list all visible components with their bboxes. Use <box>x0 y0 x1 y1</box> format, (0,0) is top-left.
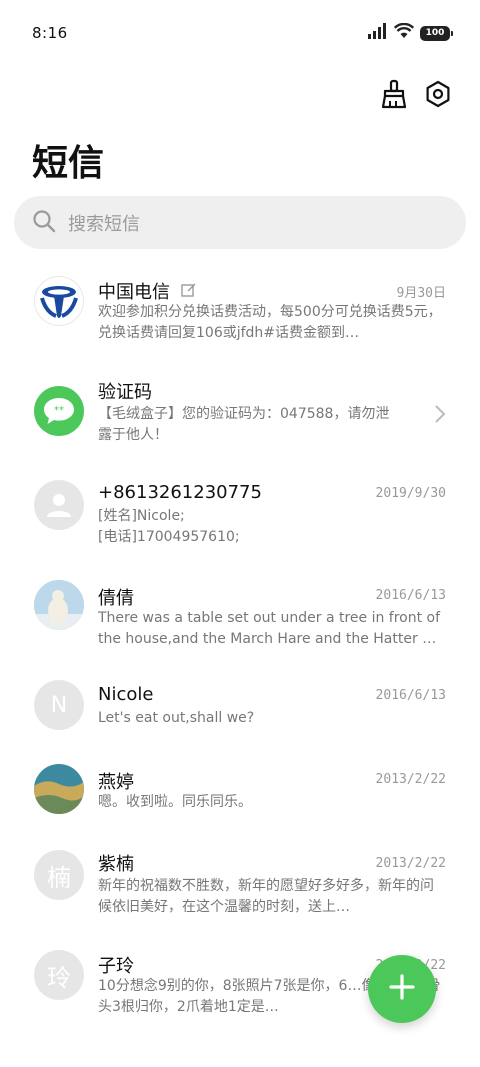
status-time: 8:16 <box>32 24 68 42</box>
signal-icon <box>368 23 388 43</box>
list-item[interactable]: N Nicole 2016/6/13 Let's eat out,shall w… <box>0 670 480 756</box>
list-item[interactable]: 楠 紫楠 2013/2/22 新年的祝福数不胜数，新年的愿望好多好多，新年的问候… <box>0 846 480 942</box>
message-date: 9月30日 <box>396 286 446 301</box>
china-telecom-logo-icon <box>34 276 84 326</box>
contact-name: 验证码 <box>98 382 152 403</box>
landscape-photo <box>34 764 84 814</box>
status-bar: 8:16 100 <box>0 0 480 68</box>
polar-bear-photo <box>34 580 84 630</box>
person-icon <box>34 480 84 530</box>
search-placeholder: 搜索短信 <box>68 213 140 235</box>
message-preview: Let's eat out,shall we? <box>98 710 255 726</box>
clean-brush-icon[interactable] <box>378 78 410 110</box>
contact-name: 燕婷 <box>98 772 134 793</box>
plus-icon <box>387 972 417 1006</box>
message-preview: There was a table set out under a tree i… <box>98 610 443 647</box>
list-item[interactable]: ** 验证码 【毛绒盒子】您的验证码为：047588，请勿泄露于他人！ <box>0 364 480 460</box>
contact-name: 中国电信 <box>98 282 170 303</box>
message-date: 2016/6/13 <box>375 688 446 703</box>
list-item[interactable]: +8613261230775 2019/9/30 [姓名]Nicole; [电话… <box>0 466 480 562</box>
avatar: 玲 <box>34 950 84 1000</box>
svg-text:**: ** <box>54 405 64 416</box>
settings-icon[interactable] <box>422 78 454 110</box>
compose-button[interactable] <box>368 955 436 1023</box>
message-preview: 欢迎参加积分兑换话费活动，每500分可兑换话费5元，兑换话费请回复106或jfd… <box>98 304 442 341</box>
message-date: 2013/2/22 <box>375 772 446 787</box>
chevron-right-icon <box>434 404 446 424</box>
avatar: 楠 <box>34 850 84 900</box>
list-item[interactable]: 中国电信 9月30日 欢迎参加积分兑换话费活动，每500分可兑换话费5元，兑换话… <box>0 262 480 358</box>
page-title: 短信 <box>32 143 105 184</box>
list-item[interactable]: 燕婷 2013/2/22 嗯。收到啦。同乐同乐。 <box>0 758 480 844</box>
contact-name: +8613261230775 <box>98 482 262 503</box>
status-icons: 100 <box>368 22 453 43</box>
contact-name: 倩倩 <box>98 588 134 609</box>
message-preview: 新年的祝福数不胜数，新年的愿望好多好多，新年的问候依旧美好，在这个温馨的时刻，送… <box>98 878 434 915</box>
avatar: N <box>34 680 84 730</box>
battery-icon: 100 <box>420 25 453 41</box>
message-preview: [姓名]Nicole; [电话]17004957610; <box>98 508 240 545</box>
list-item[interactable]: 倩倩 2016/6/13 There was a table set out u… <box>0 568 480 664</box>
edit-icon <box>181 282 197 302</box>
search-icon <box>32 209 56 237</box>
contact-name: 紫楠 <box>98 854 134 875</box>
message-date: 2013/2/22 <box>375 856 446 871</box>
contact-name: 子玲 <box>98 956 134 977</box>
wifi-icon <box>393 22 415 43</box>
search-input[interactable]: 搜索短信 <box>14 196 466 249</box>
message-preview: 嗯。收到啦。同乐同乐。 <box>98 794 252 810</box>
message-preview: 【毛绒盒子】您的验证码为：047588，请勿泄露于他人！ <box>98 406 390 443</box>
message-date: 2019/9/30 <box>375 486 446 501</box>
message-date: 2016/6/13 <box>375 588 446 603</box>
contact-name: Nicole <box>98 684 154 705</box>
chat-bubble-icon: ** <box>34 386 84 436</box>
